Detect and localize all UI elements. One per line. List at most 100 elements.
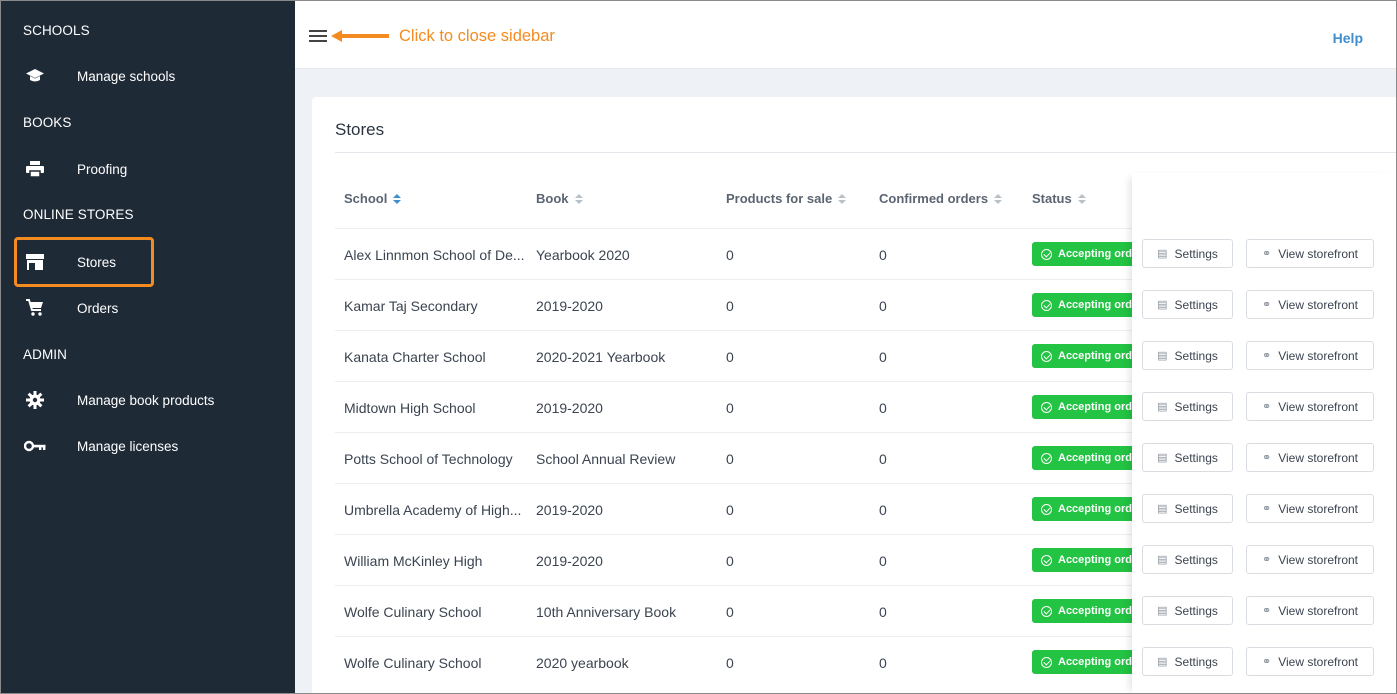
help-link[interactable]: Help	[1333, 30, 1363, 46]
section-title-books: BOOKS	[23, 115, 72, 130]
actions-column: ▤ Settings ⚭ View storefront ▤ Settings ⚭ View …	[1132, 173, 1396, 693]
school-cell: Alex Linnmon School of De...	[344, 246, 524, 263]
check-circle-icon	[1041, 452, 1052, 464]
orders-cell: 0	[879, 399, 887, 416]
products-cell: 0	[726, 552, 734, 569]
column-header-book[interactable]: Book	[536, 191, 583, 206]
settings-button[interactable]: ▤ Settings	[1142, 545, 1233, 574]
view-storefront-button[interactable]: ⚭ View storefront	[1246, 239, 1374, 268]
orders-cell: 0	[879, 246, 887, 263]
view-storefront-button[interactable]: ⚭ View storefront	[1246, 392, 1374, 421]
check-circle-icon	[1041, 248, 1052, 260]
products-cell: 0	[726, 297, 734, 314]
view-storefront-button[interactable]: ⚭ View storefront	[1246, 545, 1374, 574]
link-icon: ⚭	[1261, 503, 1272, 515]
settings-button[interactable]: ▤ Settings	[1142, 341, 1233, 370]
sort-icon	[994, 193, 1003, 204]
header-label: Book	[536, 191, 569, 206]
settings-button[interactable]: ▤ Settings	[1142, 239, 1233, 268]
section-title-schools: SCHOOLS	[23, 23, 90, 38]
header-label: Confirmed orders	[879, 191, 989, 206]
sidebar-item-label: Manage licenses	[77, 438, 179, 454]
settings-button[interactable]: ▤ Settings	[1142, 443, 1233, 472]
sidebar-item-label: Manage book products	[77, 392, 215, 408]
products-cell: 0	[726, 654, 734, 671]
book-cell: 2019-2020	[536, 552, 603, 569]
view-storefront-button[interactable]: ⚭ View storefront	[1246, 494, 1374, 523]
link-icon: ⚭	[1261, 299, 1272, 311]
section-title-online-stores: ONLINE STORES	[23, 207, 134, 222]
button-label: Settings	[1174, 399, 1218, 414]
topbar: Click to close sidebar Help	[295, 1, 1396, 69]
sort-icon	[1077, 193, 1086, 204]
link-icon: ⚭	[1261, 350, 1272, 362]
stores-highlight-box	[14, 237, 154, 287]
hamburger-menu-icon[interactable]	[309, 30, 327, 42]
school-cell: William McKinley High	[344, 552, 483, 569]
sidebar: SCHOOLS Manage schools BOOKS Proofing ON…	[1, 1, 295, 693]
sidebar-item-manage-schools[interactable]: Manage schools	[15, 56, 285, 96]
orders-cell: 0	[879, 603, 887, 620]
view-storefront-button[interactable]: ⚭ View storefront	[1246, 596, 1374, 625]
school-cell: Kanata Charter School	[344, 348, 486, 365]
button-label: Settings	[1174, 450, 1218, 465]
book-cell: School Annual Review	[536, 450, 676, 467]
column-header-products[interactable]: Products for sale	[726, 191, 847, 206]
arrow-left-icon	[331, 30, 389, 42]
row-actions: ▤ Settings ⚭ View storefront	[1132, 381, 1396, 432]
button-label: View storefront	[1278, 552, 1359, 567]
sidebar-item-orders[interactable]: Orders	[15, 288, 285, 328]
sort-icon	[574, 193, 583, 204]
settings-button[interactable]: ▤ Settings	[1142, 647, 1233, 676]
view-storefront-button[interactable]: ⚭ View storefront	[1246, 647, 1374, 676]
settings-button[interactable]: ▤ Settings	[1142, 392, 1233, 421]
view-storefront-button[interactable]: ⚭ View storefront	[1246, 443, 1374, 472]
check-circle-icon	[1041, 401, 1052, 413]
link-icon: ⚭	[1261, 554, 1272, 566]
button-label: View storefront	[1278, 246, 1359, 261]
button-label: View storefront	[1278, 654, 1359, 669]
sidebar-item-manage-book-products[interactable]: Manage book products	[15, 380, 285, 420]
header-label: School	[344, 191, 388, 206]
row-actions: ▤ Settings ⚭ View storefront	[1132, 534, 1396, 585]
orders-cell: 0	[879, 450, 887, 467]
sort-icon	[838, 193, 847, 204]
book-cell: 2019-2020	[536, 297, 603, 314]
check-circle-icon	[1041, 350, 1052, 362]
column-header-school[interactable]: School	[344, 191, 402, 206]
link-icon: ⚭	[1261, 656, 1272, 668]
check-circle-icon	[1041, 554, 1052, 566]
settings-button[interactable]: ▤ Settings	[1142, 596, 1233, 625]
orders-cell: 0	[879, 297, 887, 314]
link-icon: ⚭	[1261, 605, 1272, 617]
check-circle-icon	[1041, 503, 1052, 515]
gear-icon	[15, 391, 55, 409]
header-label: Status	[1032, 191, 1072, 206]
check-circle-icon	[1041, 605, 1052, 617]
column-header-orders[interactable]: Confirmed orders	[879, 191, 1003, 206]
orders-cell: 0	[879, 552, 887, 569]
products-cell: 0	[726, 246, 734, 263]
key-icon	[15, 440, 55, 452]
view-storefront-button[interactable]: ⚭ View storefront	[1246, 341, 1374, 370]
button-label: Settings	[1174, 654, 1218, 669]
button-label: Settings	[1174, 501, 1218, 516]
view-storefront-button[interactable]: ⚭ View storefront	[1246, 290, 1374, 319]
settings-doc-icon: ▤	[1157, 656, 1168, 668]
header-label: Products for sale	[726, 191, 833, 206]
book-cell: 2019-2020	[536, 501, 603, 518]
sidebar-item-proofing[interactable]: Proofing	[15, 149, 285, 189]
settings-button[interactable]: ▤ Settings	[1142, 290, 1233, 319]
column-header-status[interactable]: Status	[1032, 191, 1086, 206]
settings-doc-icon: ▤	[1157, 503, 1168, 515]
orders-cell: 0	[879, 654, 887, 671]
row-actions: ▤ Settings ⚭ View storefront	[1132, 330, 1396, 381]
settings-doc-icon: ▤	[1157, 299, 1168, 311]
button-label: Settings	[1174, 297, 1218, 312]
sidebar-item-manage-licenses[interactable]: Manage licenses	[15, 426, 285, 466]
row-actions: ▤ Settings ⚭ View storefront	[1132, 636, 1396, 687]
settings-button[interactable]: ▤ Settings	[1142, 494, 1233, 523]
row-actions: ▤ Settings ⚭ View storefront	[1132, 228, 1396, 279]
row-actions: ▤ Settings ⚭ View storefront	[1132, 432, 1396, 483]
settings-doc-icon: ▤	[1157, 605, 1168, 617]
